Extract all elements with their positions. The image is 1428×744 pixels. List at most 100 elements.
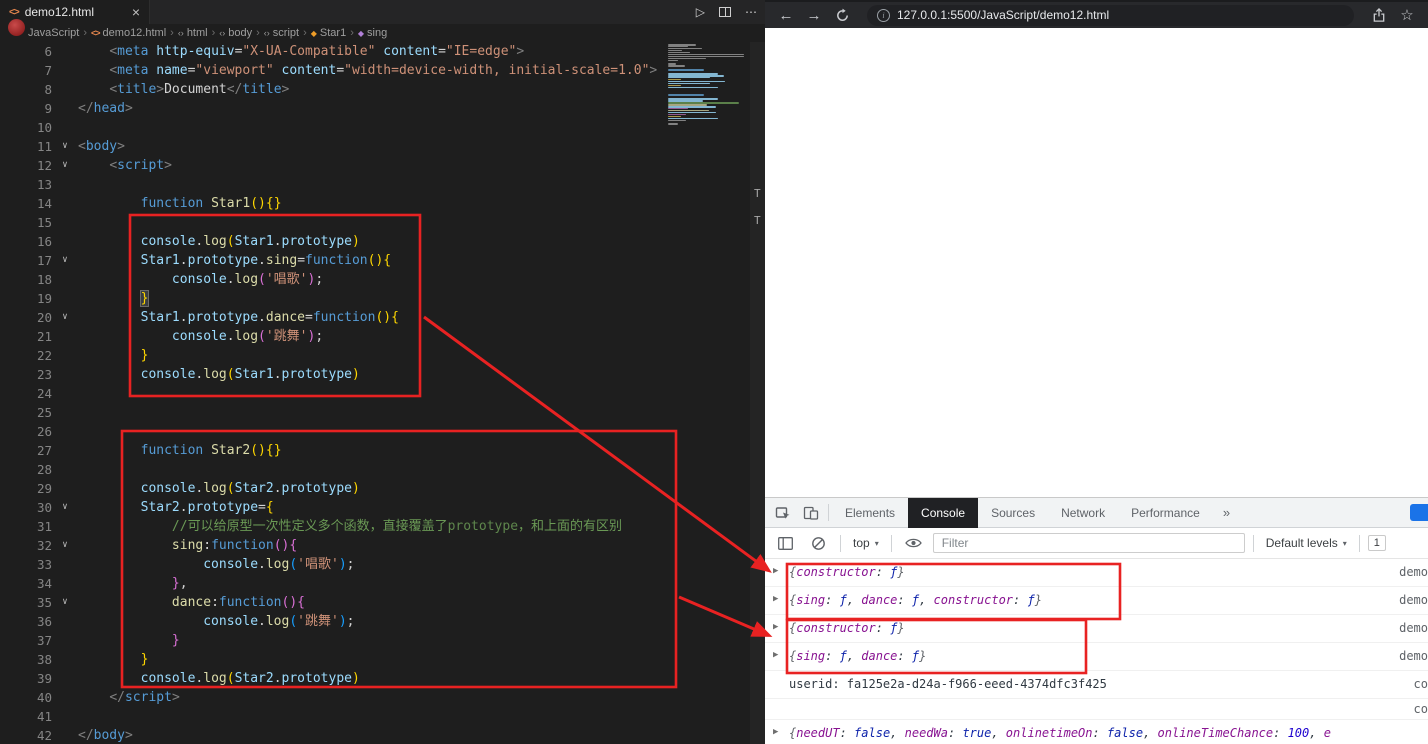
context-selector[interactable]: top ▾: [849, 536, 883, 550]
code-line[interactable]: 41: [0, 707, 765, 726]
code-line[interactable]: 8 <title>Document</title>: [0, 80, 765, 99]
fold-chevron-icon[interactable]: ∨: [54, 498, 76, 517]
code-line[interactable]: 16 console.log(Star1.prototype): [0, 232, 765, 251]
code-line[interactable]: 27 function Star2(){}: [0, 441, 765, 460]
address-bar[interactable]: i 127.0.0.1:5500/JavaScript/demo12.html: [867, 4, 1354, 26]
code-line[interactable]: 37 }: [0, 631, 765, 650]
source-link[interactable]: demo: [1399, 564, 1428, 580]
fold-chevron-icon[interactable]: ∨: [54, 308, 76, 327]
code-line[interactable]: 32 ∨ sing:function(){: [0, 536, 765, 555]
feedback-icon[interactable]: [1410, 504, 1428, 521]
more-actions-icon[interactable]: ⋯: [745, 5, 757, 19]
expand-arrow-icon[interactable]: ▶: [773, 725, 789, 737]
code-line[interactable]: 14 function Star1(){}: [0, 194, 765, 213]
code-line[interactable]: 23 console.log(Star1.prototype): [0, 365, 765, 384]
code-line[interactable]: 13: [0, 175, 765, 194]
device-toolbar-icon[interactable]: [797, 499, 825, 527]
code-line[interactable]: 38 }: [0, 650, 765, 669]
tab-network[interactable]: Network: [1048, 498, 1118, 528]
breadcrumb-item[interactable]: ‹› script: [264, 27, 299, 39]
code-line[interactable]: 24: [0, 384, 765, 403]
tab-performance[interactable]: Performance: [1118, 498, 1213, 528]
site-info-icon[interactable]: i: [877, 8, 890, 22]
source-link[interactable]: co: [1414, 701, 1428, 717]
reload-button[interactable]: [831, 4, 853, 26]
code-line[interactable]: 28: [0, 460, 765, 479]
forward-button[interactable]: →: [803, 4, 825, 26]
breadcrumb-item[interactable]: ◆ Star1: [311, 27, 346, 39]
inspect-element-icon[interactable]: [769, 499, 797, 527]
editor-tab[interactable]: <> demo12.html ×: [0, 0, 150, 24]
breadcrumb-item[interactable]: JavaScript: [28, 27, 79, 39]
code-line[interactable]: 40 </script>: [0, 688, 765, 707]
source-link[interactable]: demo: [1399, 620, 1428, 636]
issues-badge[interactable]: 1: [1367, 535, 1386, 551]
expand-arrow-icon[interactable]: ▶: [773, 592, 789, 604]
split-editor-icon[interactable]: [719, 7, 731, 17]
code-line[interactable]: 36 console.log('跳舞');: [0, 612, 765, 631]
console-row[interactable]: ▶ {constructor: ƒ} demo: [765, 615, 1428, 643]
tab-console[interactable]: Console: [908, 497, 979, 528]
console-row[interactable]: ▶ {needUT: false, needWa: true, onlinetim…: [765, 720, 1428, 744]
filter-input[interactable]: [932, 533, 1245, 553]
code-line[interactable]: 35 ∨ dance:function(){: [0, 593, 765, 612]
bookmark-star-icon[interactable]: ☆: [1396, 4, 1418, 26]
share-icon[interactable]: [1368, 4, 1390, 26]
code-line[interactable]: 20 ∨ Star1.prototype.dance=function(){: [0, 308, 765, 327]
code-line[interactable]: 7 <meta name="viewport" content="width=d…: [0, 61, 765, 80]
expand-arrow-icon[interactable]: ▶: [773, 620, 789, 632]
fold-chevron-icon[interactable]: ∨: [54, 137, 76, 156]
source-link[interactable]: demo: [1399, 592, 1428, 608]
code-line[interactable]: 11 ∨ <body>: [0, 137, 765, 156]
code-line[interactable]: 10: [0, 118, 765, 137]
code-line[interactable]: 9 </head>: [0, 99, 765, 118]
code-line[interactable]: 26: [0, 422, 765, 441]
console-sidebar-icon[interactable]: [771, 529, 799, 557]
code-line[interactable]: 12 ∨ <script>: [0, 156, 765, 175]
breadcrumb-item[interactable]: ◆ sing: [358, 27, 387, 39]
fold-chevron-icon[interactable]: ∨: [54, 593, 76, 612]
clear-console-icon[interactable]: [804, 529, 832, 557]
code-line[interactable]: 19 }: [0, 289, 765, 308]
minimap[interactable]: [668, 44, 748, 125]
fold-chevron-icon[interactable]: ∨: [54, 536, 76, 555]
code-line[interactable]: 29 console.log(Star2.prototype): [0, 479, 765, 498]
breadcrumb-item[interactable]: ‹› body: [219, 27, 252, 39]
code-line[interactable]: 25: [0, 403, 765, 422]
code-line[interactable]: 34 },: [0, 574, 765, 593]
tab-sources[interactable]: Sources: [978, 498, 1048, 528]
code-line[interactable]: 33 console.log('唱歌');: [0, 555, 765, 574]
breadcrumb-item[interactable]: ‹› html: [178, 27, 208, 39]
back-button[interactable]: ←: [775, 4, 797, 26]
close-icon[interactable]: ×: [132, 5, 140, 19]
code-line[interactable]: 42 </body>: [0, 726, 765, 744]
console-row[interactable]: ▶ {sing: ƒ, dance: ƒ, constructor: ƒ} demo: [765, 587, 1428, 615]
code-line[interactable]: 6 <meta http-equiv="X-UA-Compatible" con…: [0, 42, 765, 61]
run-icon[interactable]: ▷: [696, 5, 705, 19]
code-line[interactable]: 31 //可以给原型一次性定义多个函数，直接覆盖了prototype，和上面的有…: [0, 517, 765, 536]
console-row[interactable]: ▶ {sing: ƒ, dance: ƒ} demo: [765, 643, 1428, 671]
code-line[interactable]: 21 console.log('跳舞');: [0, 327, 765, 346]
code-line[interactable]: 30 ∨ Star2.prototype={: [0, 498, 765, 517]
source-link[interactable]: co: [1414, 676, 1428, 692]
code-line[interactable]: 18 console.log('唱歌');: [0, 270, 765, 289]
editor-scrollbar[interactable]: TT: [750, 42, 765, 744]
levels-dropdown[interactable]: Default levels ▾: [1262, 536, 1351, 550]
source-link[interactable]: demo: [1399, 648, 1428, 664]
code-line[interactable]: 22 }: [0, 346, 765, 365]
tab-elements[interactable]: Elements: [832, 498, 908, 528]
console-row[interactable]: ▶ {constructor: ƒ} demo: [765, 559, 1428, 587]
breadcrumb-item[interactable]: <> demo12.html: [91, 27, 166, 39]
console-row[interactable]: userid: fa125e2a-d24a-f966-eeed-4374dfc3…: [765, 671, 1428, 699]
fold-chevron-icon[interactable]: ∨: [54, 251, 76, 270]
expand-arrow-icon[interactable]: ▶: [773, 564, 789, 576]
code-editor[interactable]: 6 <meta http-equiv="X-UA-Compatible" con…: [0, 42, 765, 744]
expand-arrow-icon[interactable]: ▶: [773, 648, 789, 660]
code-line[interactable]: 39 console.log(Star2.prototype): [0, 669, 765, 688]
console-row[interactable]: co: [765, 699, 1428, 720]
fold-chevron-icon[interactable]: ∨: [54, 156, 76, 175]
code-line[interactable]: 17 ∨ Star1.prototype.sing=function(){: [0, 251, 765, 270]
eye-icon[interactable]: [900, 529, 928, 557]
more-tabs-icon[interactable]: »: [1213, 505, 1240, 520]
code-line[interactable]: 15: [0, 213, 765, 232]
